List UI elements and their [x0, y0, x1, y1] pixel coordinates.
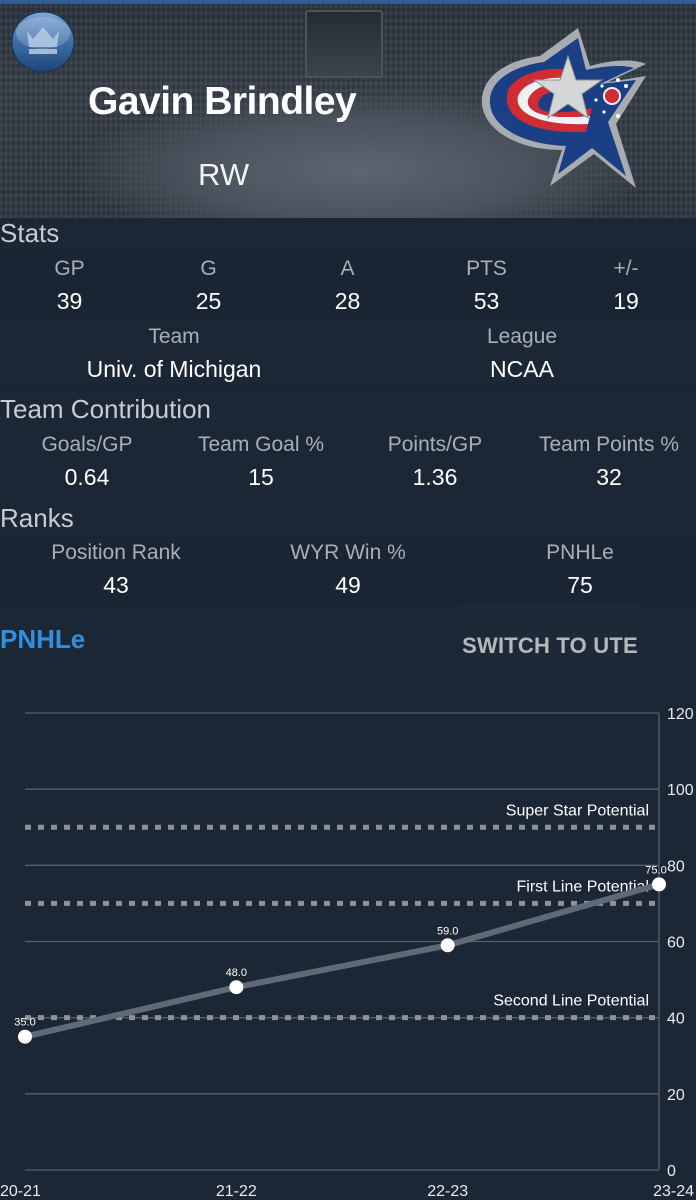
divider — [0, 388, 696, 390]
rank-value: 75 — [567, 572, 593, 598]
stat-g: G 25 — [139, 254, 278, 318]
contribution-value: 15 — [248, 464, 274, 490]
rank-label: WYR Win % — [290, 541, 406, 564]
team-logo-icon — [481, 28, 646, 188]
contribution-section-title: Team Contribution — [0, 394, 211, 424]
x-tick-label: 21-22 — [216, 1183, 257, 1200]
y-tick-label: 120 — [667, 706, 694, 723]
series-line — [22, 881, 662, 1040]
contribution-team-goal-pct: Team Goal % 15 — [174, 430, 348, 494]
stat-value: 53 — [473, 288, 500, 314]
data-point — [652, 877, 666, 892]
contribution-row: Goals/GP 0.64 Team Goal % 15 Points/GP 1… — [0, 430, 696, 494]
data-point-label: 75.0 — [645, 864, 666, 876]
y-tick-label: 40 — [667, 1011, 685, 1028]
stat-pts: PTS 53 — [417, 254, 556, 318]
rank-label: PNHLe — [546, 541, 614, 564]
league-info: League NCAA — [348, 322, 696, 386]
contribution-label: Team Points % — [538, 433, 680, 456]
data-point-label: 59.0 — [437, 925, 458, 937]
stat-value: 39 — [56, 288, 83, 314]
ranks-row: Position Rank 43 WYR Win % 49 PNHLe 75 — [0, 538, 696, 602]
data-point-label: 35.0 — [14, 1017, 35, 1029]
stat-label: G — [200, 257, 217, 280]
switch-to-ute-button[interactable]: SWITCH TO UTE — [462, 604, 638, 688]
rank-position: Position Rank 43 — [0, 538, 232, 602]
stat-plus-minus: +/- 19 — [556, 254, 696, 318]
contribution-label: Goals/GP — [41, 433, 133, 456]
player-position: RW — [198, 157, 250, 192]
y-tick-label: 0 — [667, 1163, 676, 1180]
contribution-label: Team Goal % — [197, 433, 325, 456]
contribution-value: 0.64 — [64, 464, 110, 490]
team-info: Team Univ. of Michigan — [0, 322, 348, 386]
y-tick-label: 80 — [667, 858, 685, 875]
stat-label: A — [340, 257, 355, 280]
rank-value: 49 — [335, 572, 361, 598]
team-league-row: Team Univ. of Michigan League NCAA — [0, 322, 696, 386]
team-value: Univ. of Michigan — [86, 356, 262, 382]
header-top-bar — [0, 0, 696, 4]
player-header: Gavin Brindley RW — [0, 0, 696, 218]
reference-line-label: Second Line Potential — [493, 993, 649, 1010]
x-tick-label: 23-24 — [653, 1183, 694, 1200]
data-point — [229, 980, 244, 995]
stat-value: 25 — [195, 288, 222, 314]
rank-pnhle: PNHLe 75 — [464, 538, 696, 602]
contribution-label: Points/GP — [387, 433, 483, 456]
switch-to-ute-label: SWITCH TO UTE — [462, 633, 638, 658]
crown-puck-icon[interactable] — [11, 11, 75, 73]
stats-section-title: Stats — [0, 218, 60, 248]
x-tick-label: 20-21 — [0, 1183, 41, 1200]
stats-row: GP 39 G 25 A 28 PTS 53 +/- 19 — [0, 254, 696, 318]
stat-gp: GP 39 — [0, 254, 139, 318]
league-value: NCAA — [490, 356, 554, 382]
team-label: Team — [148, 325, 200, 348]
reference-line-label: Super Star Potential — [506, 802, 649, 819]
rank-label: Position Rank — [51, 541, 181, 564]
y-tick-label: 60 — [667, 935, 685, 952]
y-tick-label: 20 — [667, 1087, 685, 1104]
pnhle-chart: Super Star PotentialFirst Line Potential… — [0, 706, 694, 1200]
contribution-goals-per-gp: Goals/GP 0.64 — [0, 430, 174, 494]
stat-value: 19 — [613, 288, 639, 314]
stat-label: +/- — [613, 257, 639, 280]
stat-value: 28 — [334, 288, 361, 314]
data-point — [18, 1029, 32, 1044]
x-tick-label: 22-23 — [427, 1183, 468, 1200]
rank-wyr-win: WYR Win % 49 — [232, 538, 464, 602]
data-point-label: 48.0 — [226, 967, 247, 979]
player-name: Gavin Brindley — [88, 80, 357, 123]
contribution-value: 32 — [596, 464, 622, 490]
tab-pnhle[interactable]: PNHLe — [0, 624, 85, 655]
arena-scoreboard-background — [305, 10, 383, 78]
contribution-points-per-gp: Points/GP 1.36 — [348, 430, 522, 494]
league-label: League — [486, 325, 558, 348]
contribution-value: 1.36 — [412, 464, 458, 490]
stat-label: PTS — [466, 257, 507, 280]
contribution-team-points-pct: Team Points % 32 — [522, 430, 696, 494]
rank-value: 43 — [103, 572, 129, 598]
stat-a: A 28 — [278, 254, 417, 318]
stat-label: GP — [54, 257, 85, 280]
y-tick-label: 100 — [667, 782, 694, 799]
ranks-section-title: Ranks — [0, 503, 74, 533]
data-point — [440, 938, 455, 953]
